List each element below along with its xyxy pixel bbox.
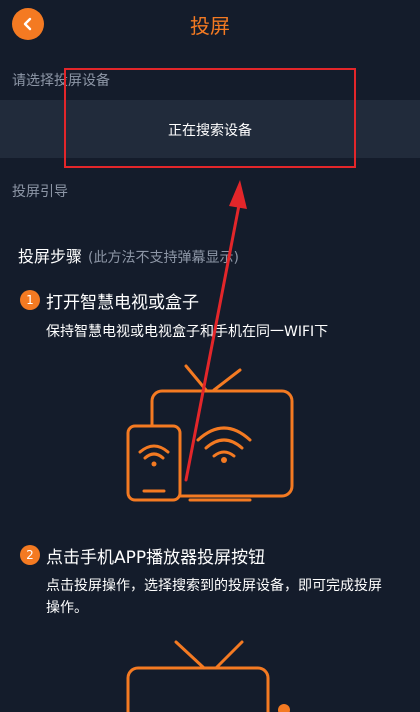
arrow-icon (184, 180, 247, 482)
